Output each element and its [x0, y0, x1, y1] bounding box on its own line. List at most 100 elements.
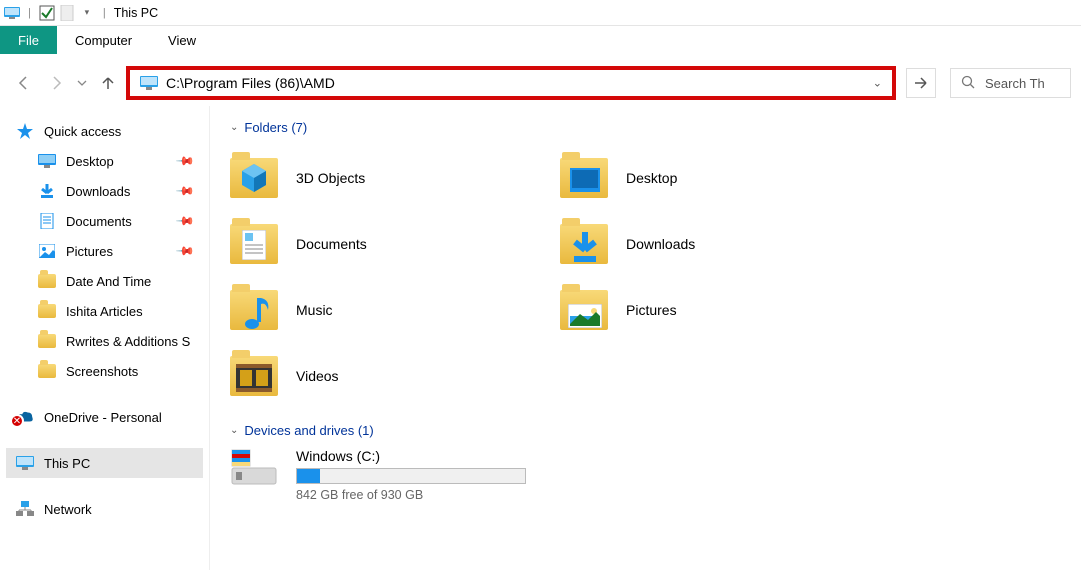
network-icon: [16, 500, 34, 518]
dropdown-icon[interactable]: ▾: [79, 5, 95, 21]
downloads-folder-icon: [560, 220, 608, 268]
folders-grid: 3D Objects Desktop Documents Downloads M…: [230, 145, 1061, 409]
folder-pictures[interactable]: Pictures: [560, 277, 890, 343]
drive-c[interactable]: Windows (C:) 842 GB free of 930 GB: [230, 448, 1061, 502]
sidebar-item-desktop[interactable]: Desktop 📌: [6, 146, 203, 176]
documents-folder-icon: [230, 220, 278, 268]
folder-icon: [38, 362, 56, 380]
sidebar-item-label: OneDrive - Personal: [44, 410, 162, 425]
sidebar-item-downloads[interactable]: Downloads 📌: [6, 176, 203, 206]
sidebar-this-pc[interactable]: This PC: [6, 448, 203, 478]
go-button[interactable]: [906, 68, 936, 98]
folder-icon: [38, 332, 56, 350]
forward-button[interactable]: [42, 69, 70, 97]
sidebar-item-label: Screenshots: [66, 364, 138, 379]
address-input[interactable]: [166, 75, 858, 91]
address-pc-icon: [140, 74, 158, 92]
folder-documents[interactable]: Documents: [230, 211, 560, 277]
sidebar-item-recent[interactable]: Rwrites & Additions S: [6, 326, 203, 356]
search-icon: [961, 75, 975, 92]
folder-label: Documents: [296, 236, 367, 252]
up-button[interactable]: [94, 69, 122, 97]
titlebar-sep: |: [28, 7, 31, 19]
back-button[interactable]: [10, 69, 38, 97]
history-dropdown[interactable]: [74, 69, 90, 97]
titlebar-sep-2: |: [103, 7, 106, 19]
pc-icon: [16, 454, 34, 472]
desktop-icon: [38, 152, 56, 170]
group-label: Devices and drives (1): [244, 423, 373, 438]
blank-doc-icon[interactable]: [59, 5, 75, 21]
folder-videos[interactable]: Videos: [230, 343, 560, 409]
drive-usage-fill: [297, 469, 320, 483]
folder-3d-objects[interactable]: 3D Objects: [230, 145, 560, 211]
folder-label: Downloads: [626, 236, 695, 252]
drive-info: Windows (C:) 842 GB free of 930 GB: [296, 448, 526, 502]
sidebar-item-recent[interactable]: Ishita Articles: [6, 296, 203, 326]
folders-group-header[interactable]: ⌄ Folders (7): [230, 120, 1061, 135]
pin-icon: 📌: [175, 151, 195, 171]
group-label: Folders (7): [244, 120, 307, 135]
downloads-icon: [38, 182, 56, 200]
content-columns: Quick access Desktop 📌 Downloads 📌 Docum…: [0, 106, 1081, 570]
drive-usage-bar: [296, 468, 526, 484]
sidebar-onedrive[interactable]: ✕ OneDrive - Personal: [6, 402, 203, 432]
drive-free-text: 842 GB free of 930 GB: [296, 488, 526, 502]
sidebar-item-label: Downloads: [66, 184, 130, 199]
sidebar-item-label: Date And Time: [66, 274, 151, 289]
pc-icon: [4, 5, 20, 21]
folder-desktop[interactable]: Desktop: [560, 145, 890, 211]
3d-objects-icon: [230, 154, 278, 202]
address-dropdown-icon[interactable]: ⌄: [873, 77, 882, 90]
sidebar-item-label: Quick access: [44, 124, 121, 139]
sidebar-item-recent[interactable]: Date And Time: [6, 266, 203, 296]
ribbon-tabs: File Computer View: [0, 26, 1081, 54]
drive-label: Windows (C:): [296, 448, 526, 464]
music-folder-icon: [230, 286, 278, 334]
sidebar-item-label: Ishita Articles: [66, 304, 143, 319]
documents-icon: [38, 212, 56, 230]
sidebar: Quick access Desktop 📌 Downloads 📌 Docum…: [0, 106, 210, 570]
sidebar-item-documents[interactable]: Documents 📌: [6, 206, 203, 236]
sidebar-item-label: This PC: [44, 456, 90, 471]
star-icon: [16, 122, 34, 140]
folder-downloads[interactable]: Downloads: [560, 211, 890, 277]
sidebar-item-label: Rwrites & Additions S: [66, 334, 190, 349]
tab-view[interactable]: View: [150, 26, 214, 54]
sidebar-item-label: Pictures: [66, 244, 113, 259]
title-bar: | ▾ | This PC: [0, 0, 1081, 26]
sidebar-item-recent[interactable]: Screenshots: [6, 356, 203, 386]
window-title: This PC: [114, 6, 158, 20]
address-bar[interactable]: ⌄: [126, 66, 896, 100]
error-badge-icon: ✕: [10, 414, 24, 428]
nav-row: ⌄ Search Th: [0, 60, 1081, 106]
pictures-icon: [38, 242, 56, 260]
folder-label: Desktop: [626, 170, 677, 186]
search-box[interactable]: Search Th: [950, 68, 1071, 98]
sidebar-network[interactable]: Network: [6, 494, 203, 524]
pin-icon: 📌: [175, 181, 195, 201]
folder-label: 3D Objects: [296, 170, 365, 186]
sidebar-item-pictures[interactable]: Pictures 📌: [6, 236, 203, 266]
sidebar-item-label: Network: [44, 502, 92, 517]
cloud-icon: ✕: [16, 408, 34, 426]
pictures-folder-icon: [560, 286, 608, 334]
folder-label: Pictures: [626, 302, 677, 318]
tab-computer[interactable]: Computer: [57, 26, 150, 54]
checkbox-icon[interactable]: [39, 5, 55, 21]
videos-folder-icon: [230, 352, 278, 400]
chevron-down-icon: ⌄: [230, 122, 238, 133]
main-pane: ⌄ Folders (7) 3D Objects Desktop Documen…: [210, 106, 1081, 570]
drives-group-header[interactable]: ⌄ Devices and drives (1): [230, 423, 1061, 438]
folder-label: Videos: [296, 368, 339, 384]
search-placeholder: Search Th: [985, 76, 1045, 91]
folder-label: Music: [296, 302, 333, 318]
sidebar-item-label: Desktop: [66, 154, 114, 169]
folder-icon: [38, 302, 56, 320]
tab-file[interactable]: File: [0, 26, 57, 54]
chevron-down-icon: ⌄: [230, 425, 238, 436]
sidebar-quick-access[interactable]: Quick access: [6, 116, 203, 146]
drive-icon: [230, 448, 278, 488]
folder-music[interactable]: Music: [230, 277, 560, 343]
sidebar-item-label: Documents: [66, 214, 132, 229]
